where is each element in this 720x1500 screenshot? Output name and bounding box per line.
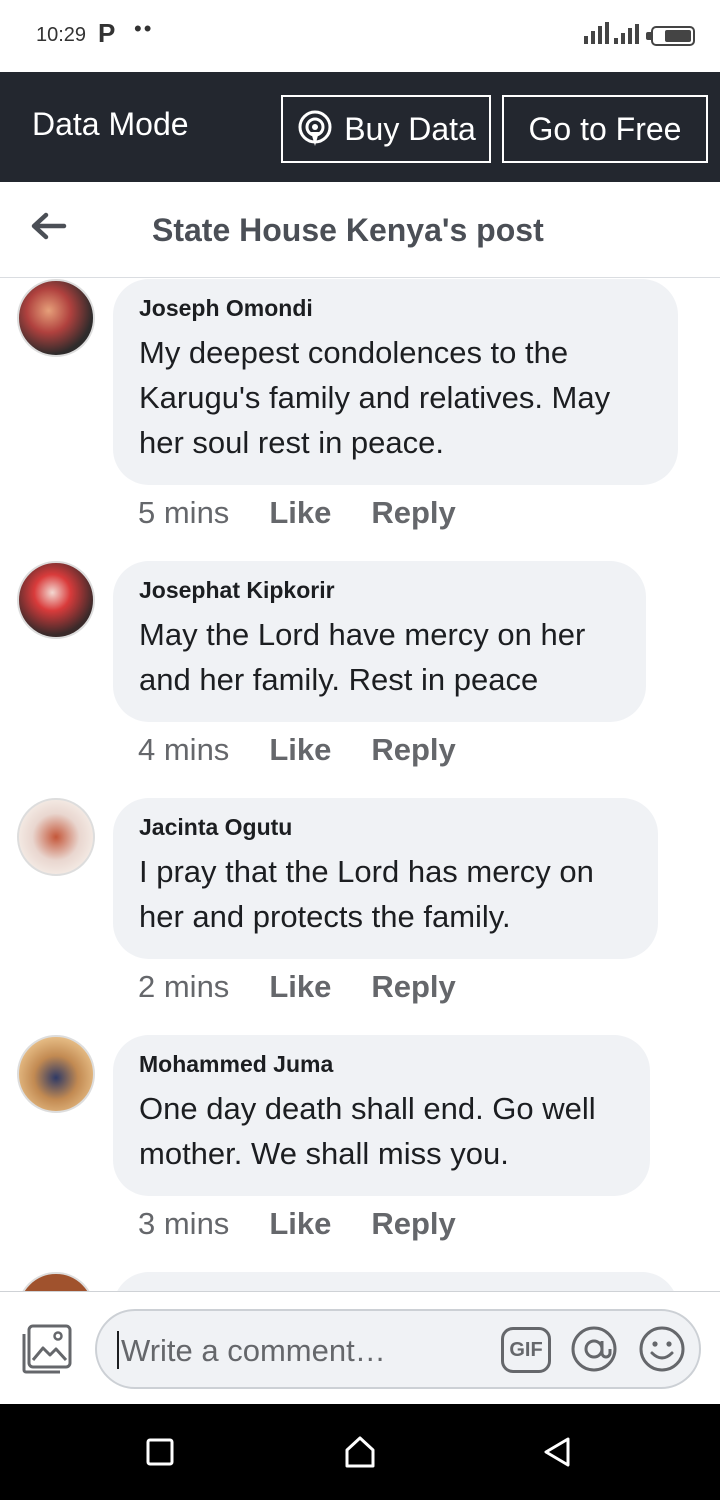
like-button[interactable]: Like	[269, 1206, 331, 1242]
notification-dots: ••	[134, 16, 154, 41]
notification-p-icon: P	[98, 18, 116, 48]
comment-bubble: Mohammed Juma One day death shall end. G…	[113, 1035, 650, 1196]
go-to-free-label: Go to Free	[528, 110, 682, 147]
page-title: State House Kenya's post	[152, 212, 544, 248]
like-button[interactable]: Like	[269, 495, 331, 531]
comment-placeholder: Write a comment…	[121, 1333, 386, 1368]
comment-text: I pray that the Lord has mercy on her an…	[139, 854, 594, 934]
comment-time[interactable]: 3 mins	[138, 1206, 229, 1242]
avatar[interactable]	[17, 1035, 95, 1113]
status-time: 10:29	[36, 24, 87, 46]
reply-button[interactable]: Reply	[371, 732, 455, 768]
comment-time[interactable]: 4 mins	[138, 732, 229, 768]
buy-data-label: Buy Data	[344, 110, 476, 147]
comment-bubble: Jacinta Ogutu I pray that the Lord has m…	[113, 798, 658, 959]
comment-time[interactable]: 2 mins	[138, 969, 229, 1005]
battery-icon	[651, 26, 695, 46]
comment-composer: Write a comment… GIF	[0, 1291, 720, 1404]
comment-author[interactable]: Joseph Omondi	[139, 295, 652, 322]
post-header: State House Kenya's post	[0, 182, 720, 278]
avatar[interactable]	[17, 561, 95, 639]
comment-time[interactable]: 5 mins	[138, 495, 229, 531]
comment-meta: 3 mins Like Reply	[138, 1206, 456, 1242]
signal-icon	[584, 22, 609, 44]
avatar[interactable]	[17, 798, 95, 876]
system-nav-bar	[0, 1404, 720, 1500]
emoji-icon[interactable]	[637, 1324, 687, 1374]
comment-text: My deepest condolences to the Karugu's f…	[139, 335, 611, 460]
comment-text: May the Lord have mercy on her and her f…	[139, 617, 586, 697]
comment-bubble: Josephat Kipkorir May the Lord have merc…	[113, 561, 646, 722]
recents-square-icon[interactable]	[142, 1434, 178, 1470]
home-icon[interactable]	[342, 1434, 378, 1470]
reply-button[interactable]: Reply	[371, 1206, 455, 1242]
status-bar: 10:29 P ••	[0, 0, 720, 72]
comment-meta: 4 mins Like Reply	[138, 732, 456, 768]
like-button[interactable]: Like	[269, 732, 331, 768]
back-arrow-icon[interactable]	[28, 206, 68, 246]
comment-input[interactable]: Write a comment… GIF	[95, 1309, 701, 1389]
gif-icon[interactable]: GIF	[501, 1327, 551, 1373]
photo-icon[interactable]	[20, 1322, 74, 1376]
text-caret	[117, 1331, 119, 1369]
data-mode-bar: Data Mode Buy Data Go to Free	[0, 72, 720, 182]
data-mode-label: Data Mode	[32, 106, 189, 142]
broadcast-icon	[298, 110, 332, 146]
comment-meta: 5 mins Like Reply	[138, 495, 456, 531]
avatar[interactable]	[17, 279, 95, 357]
comment-list[interactable]: Joseph Omondi My deepest condolences to …	[0, 279, 720, 1291]
reply-button[interactable]: Reply	[371, 969, 455, 1005]
comment-author[interactable]: Mohammed Juma	[139, 1051, 624, 1078]
comment-bubble	[113, 1272, 678, 1291]
avatar[interactable]	[17, 1272, 95, 1291]
go-to-free-button[interactable]: Go to Free	[502, 95, 708, 163]
back-triangle-icon[interactable]	[540, 1434, 576, 1470]
comment-bubble: Joseph Omondi My deepest condolences to …	[113, 279, 678, 485]
buy-data-button[interactable]: Buy Data	[281, 95, 491, 163]
gif-label: GIF	[509, 1338, 543, 1361]
comment-text: One day death shall end. Go well mother.…	[139, 1091, 596, 1171]
reply-button[interactable]: Reply	[371, 495, 455, 531]
like-button[interactable]: Like	[269, 969, 331, 1005]
comment-meta: 2 mins Like Reply	[138, 969, 456, 1005]
at-icon[interactable]	[569, 1324, 619, 1374]
comment-author[interactable]: Jacinta Ogutu	[139, 814, 632, 841]
comment-author[interactable]: Josephat Kipkorir	[139, 577, 620, 604]
signal-icon-2	[614, 22, 639, 44]
